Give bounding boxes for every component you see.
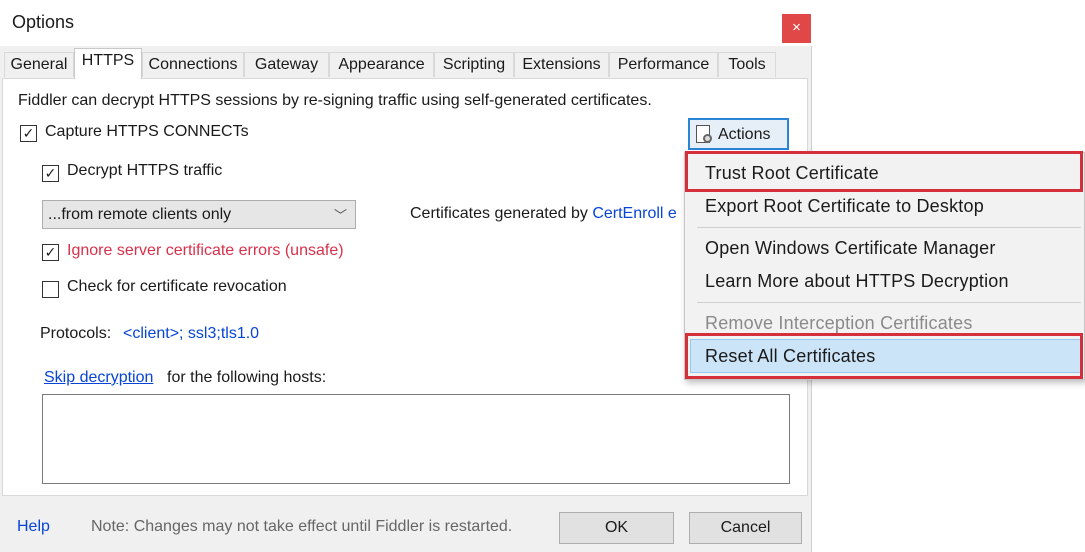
highlight-box-trust-root	[685, 151, 1083, 192]
revocation-checkbox[interactable]	[42, 281, 59, 298]
tab-performance[interactable]: Performance	[609, 52, 718, 77]
ok-button[interactable]: OK	[559, 512, 674, 544]
tab-appearance[interactable]: Appearance	[329, 52, 434, 77]
tab-scripting[interactable]: Scripting	[434, 52, 514, 77]
window-title: Options	[12, 12, 75, 32]
title-bar[interactable]: Options ×	[0, 0, 812, 46]
close-icon: ×	[792, 19, 801, 36]
checkmark-icon: ✓	[44, 244, 57, 260]
decrypt-https-checkbox[interactable]: ✓	[42, 165, 59, 182]
decrypt-https-label[interactable]: Decrypt HTTPS traffic	[67, 162, 222, 180]
certificates-label: Certificates generated by CertEnroll e	[410, 205, 677, 222]
skip-decryption-link[interactable]: Skip decryption	[44, 369, 153, 387]
ignore-errors-checkbox[interactable]: ✓	[42, 244, 59, 261]
certificate-gear-icon	[696, 125, 712, 143]
menu-item-open-cert-manager[interactable]: Open Windows Certificate Manager	[705, 238, 996, 259]
tab-tools[interactable]: Tools	[718, 52, 776, 77]
tab-extensions[interactable]: Extensions	[514, 52, 609, 77]
protocols-label: Protocols:	[40, 325, 112, 342]
traffic-source-value: ...from remote clients only	[48, 206, 232, 223]
tab-strip: General HTTPS Connections Gateway Appear…	[0, 48, 812, 79]
menu-separator	[697, 302, 1081, 303]
tab-connections[interactable]: Connections	[142, 52, 244, 77]
menu-item-remove-interception: Remove Interception Certificates	[705, 313, 973, 333]
tab-general[interactable]: General	[4, 52, 74, 77]
menu-separator	[697, 227, 1081, 228]
capture-https-checkbox[interactable]: ✓	[20, 125, 37, 142]
highlight-box-reset-all	[685, 333, 1083, 379]
actions-button[interactable]: Actions	[688, 118, 789, 150]
skip-hosts-textarea[interactable]	[42, 394, 790, 484]
intro-text: Fiddler can decrypt HTTPS sessions by re…	[18, 92, 652, 109]
checkmark-icon: ✓	[22, 125, 35, 141]
revocation-label[interactable]: Check for certificate revocation	[67, 278, 287, 296]
chevron-down-icon: ﹀	[333, 208, 347, 223]
close-button[interactable]: ×	[782, 14, 811, 43]
menu-item-learn-more[interactable]: Learn More about HTTPS Decryption	[705, 271, 1009, 292]
ignore-errors-label[interactable]: Ignore server certificate errors (unsafe…	[67, 242, 344, 260]
protocols-link[interactable]: <client>; ssl3;tls1.0	[123, 325, 259, 343]
menu-item-export-root[interactable]: Export Root Certificate to Desktop	[705, 196, 984, 217]
cancel-button[interactable]: Cancel	[689, 512, 802, 544]
restart-note: Note: Changes may not take effect until …	[91, 518, 513, 535]
checkmark-icon: ✓	[44, 165, 57, 181]
actions-label: Actions	[718, 126, 771, 143]
help-link[interactable]: Help	[17, 518, 50, 536]
certenroll-link[interactable]: CertEnroll e	[592, 205, 676, 222]
skip-decryption-label: for the following hosts:	[167, 369, 327, 386]
tab-gateway[interactable]: Gateway	[244, 52, 329, 77]
capture-https-label[interactable]: Capture HTTPS CONNECTs	[45, 123, 249, 141]
tab-https[interactable]: HTTPS	[74, 48, 142, 79]
traffic-source-select[interactable]: ...from remote clients only ﹀	[42, 200, 356, 229]
